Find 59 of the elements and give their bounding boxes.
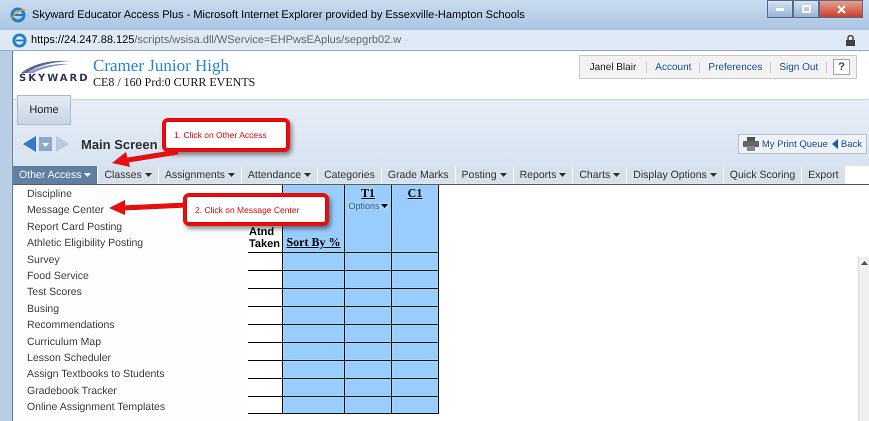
close-icon xyxy=(836,4,846,14)
menu-item[interactable]: Categories xyxy=(318,166,382,184)
dropdown-item[interactable]: Athletic Eligibility Posting xyxy=(27,235,144,252)
printer-icon xyxy=(742,137,759,151)
options-button[interactable]: Options xyxy=(347,201,389,211)
maximize-icon xyxy=(802,5,810,13)
minimize-button[interactable] xyxy=(767,0,793,18)
menu-item[interactable]: Classes xyxy=(98,166,159,184)
maximize-button[interactable] xyxy=(793,0,819,18)
minimize-icon xyxy=(776,8,784,10)
home-tab[interactable]: Home xyxy=(17,95,71,125)
menu-item[interactable]: Display Options xyxy=(627,166,724,184)
browser-icon xyxy=(10,7,26,23)
header-link[interactable]: Sign Out xyxy=(771,62,828,72)
menu-item[interactable]: Export xyxy=(802,166,846,184)
menu-item[interactable]: Assignments xyxy=(158,166,242,184)
back-link[interactable]: Back xyxy=(832,138,862,150)
school-name: Cramer Junior High xyxy=(93,57,230,75)
header-link[interactable]: Account xyxy=(647,62,700,72)
dropdown-item[interactable]: Food Service xyxy=(27,268,89,284)
menu-item[interactable]: Other Access xyxy=(13,166,98,184)
dropdown-item[interactable]: Survey xyxy=(27,252,60,268)
column-header[interactable]: C1 xyxy=(408,186,422,201)
dropdown-item[interactable]: Discipline xyxy=(27,186,72,202)
class-info: CE8 / 160 Prd:0 CURR EVENTS xyxy=(93,75,256,90)
user-name: Janel Blair xyxy=(580,62,648,72)
lock-icon xyxy=(846,34,855,46)
dropdown-item[interactable]: Curriculum Map xyxy=(27,334,102,350)
sort-link[interactable]: Sort By % xyxy=(286,235,340,250)
browser-icon xyxy=(12,32,27,48)
dropdown-item[interactable]: Test Scores xyxy=(27,284,82,301)
menu-item[interactable]: Reports xyxy=(514,166,574,184)
dropdown-item[interactable]: Gradebook Tracker xyxy=(27,382,117,400)
menu-item[interactable]: Attendance xyxy=(242,166,318,184)
logo-text: SKYWARD xyxy=(19,73,91,84)
header-link[interactable]: Preferences xyxy=(700,62,772,72)
page-title: Main Screen xyxy=(81,136,158,152)
dropdown-item[interactable]: Report Card Posting xyxy=(27,218,122,236)
window-title: Skyward Educator Access Plus - Microsoft Internet Explorer provided by Essexville-Hampton Schools xyxy=(32,9,525,21)
menu-item[interactable]: Posting xyxy=(456,166,514,184)
dropdown-item[interactable]: Lesson Scheduler xyxy=(27,350,112,366)
menu-item[interactable]: Quick Scoring xyxy=(724,166,802,184)
dropdown-item[interactable]: Recommendations xyxy=(27,317,115,334)
caret-icon xyxy=(380,204,388,208)
dropdown-item[interactable]: Assign Textbooks to Students xyxy=(27,366,165,383)
column-header[interactable]: T1 xyxy=(360,186,375,201)
print-queue-link[interactable]: My Print Queue xyxy=(742,137,828,151)
menu-item[interactable]: Charts xyxy=(573,166,628,184)
dropdown-item[interactable]: Busing xyxy=(27,300,60,318)
dropdown-item[interactable]: Online Assignment Templates xyxy=(27,399,166,416)
up-arrow-icon xyxy=(860,261,868,265)
menu-item[interactable]: Grade Marks xyxy=(382,166,456,184)
left-triangle-icon xyxy=(832,139,838,149)
callout-text: 1. Click on Other Access xyxy=(174,130,267,140)
help-button[interactable]: ? xyxy=(833,59,850,75)
close-button[interactable] xyxy=(819,0,863,18)
scrollbar[interactable] xyxy=(858,257,869,421)
navigation-arrows-icon[interactable] xyxy=(23,135,71,153)
dropdown-item[interactable]: Message Center xyxy=(27,202,104,219)
